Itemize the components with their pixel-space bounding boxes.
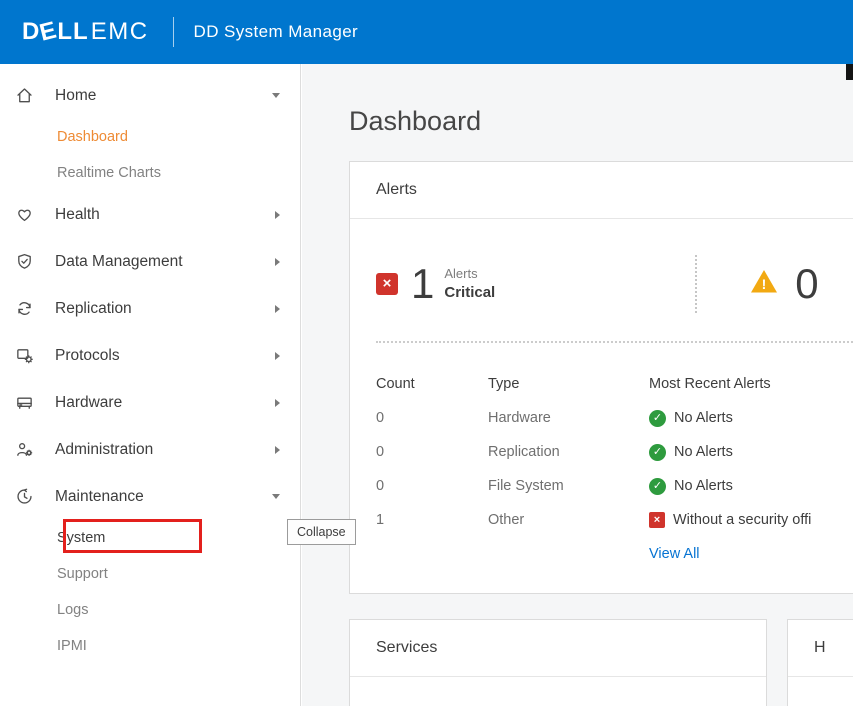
- summary-table-separator: [376, 341, 853, 343]
- sidebar-item-label: Hardware: [55, 394, 122, 412]
- table-cell-status: ✓ No Alerts: [649, 469, 853, 503]
- table-cell-status: ✓ No Alerts: [649, 401, 853, 435]
- alerts-card-title: Alerts: [350, 162, 853, 219]
- card-bottom-padding: [350, 571, 853, 593]
- sidebar-item-data-management[interactable]: Data Management: [0, 238, 300, 285]
- sidebar-item-support[interactable]: Support: [0, 556, 300, 592]
- table-cell-count: 1: [376, 503, 488, 537]
- heart-icon: [15, 205, 34, 224]
- status-message: No Alerts: [674, 444, 733, 460]
- table-cell-type: Other: [488, 503, 649, 537]
- sidebar-item-system[interactable]: System: [0, 520, 300, 556]
- partial-card-title: H: [788, 620, 853, 677]
- warning-count: 0: [795, 263, 818, 305]
- sidebar-item-label: Protocols: [55, 347, 120, 365]
- vertical-scrollbar[interactable]: [846, 64, 853, 80]
- chevron-right-icon: [275, 399, 280, 407]
- chevron-down-icon: [272, 93, 280, 98]
- home-icon: [15, 86, 34, 105]
- svg-text:!: !: [762, 276, 767, 292]
- table-cell-type: File System: [488, 469, 649, 503]
- alerts-card: Alerts × 1 Alerts Critical ! 0 Count Typ…: [349, 161, 853, 594]
- sidebar-item-realtime-charts[interactable]: Realtime Charts: [0, 155, 300, 191]
- sidebar-item-label: Maintenance: [55, 488, 144, 506]
- critical-labels: Alerts Critical: [444, 266, 495, 302]
- sidebar-item-label: Health: [55, 206, 100, 224]
- sidebar-nav: Home Dashboard Realtime Charts Health Da…: [0, 64, 301, 706]
- sidebar-item-dashboard[interactable]: Dashboard: [0, 119, 300, 155]
- view-all-link[interactable]: View All: [649, 537, 853, 571]
- app-title: DD System Manager: [194, 22, 359, 42]
- critical-alert-icon: ×: [649, 512, 665, 528]
- chevron-right-icon: [275, 352, 280, 360]
- ok-check-icon: ✓: [649, 410, 666, 427]
- shield-icon: [15, 252, 34, 271]
- critical-label-bottom: Critical: [444, 283, 495, 303]
- partial-right-card: H: [787, 619, 853, 706]
- collapse-tooltip: Collapse: [287, 519, 356, 545]
- top-bar: DELLEMC DD System Manager: [0, 0, 853, 64]
- alerts-summary: × 1 Alerts Critical ! 0: [350, 219, 853, 337]
- admin-gear-icon: [15, 440, 34, 459]
- table-cell-status: ✓ No Alerts: [649, 435, 853, 469]
- page-title: Dashboard: [349, 106, 853, 137]
- dell-emc-logo: DELLEMC: [22, 18, 149, 46]
- summary-divider: [695, 255, 697, 313]
- table-cell-status: × Without a security offi: [649, 503, 853, 537]
- table-header-type: Type: [488, 367, 649, 401]
- chevron-right-icon: [275, 446, 280, 454]
- table-cell-count: 0: [376, 435, 488, 469]
- table-header-recent: Most Recent Alerts: [649, 367, 853, 401]
- sidebar-item-label: Administration: [55, 441, 153, 459]
- sidebar-item-ipmi[interactable]: IPMI: [0, 628, 300, 664]
- chevron-right-icon: [275, 305, 280, 313]
- logo-emc: EMC: [91, 18, 149, 46]
- critical-alert-icon: ×: [376, 273, 398, 295]
- sidebar-item-replication[interactable]: Replication: [0, 285, 300, 332]
- warning-triangle-icon: !: [749, 268, 779, 300]
- table-cell-count: 0: [376, 469, 488, 503]
- chevron-right-icon: [275, 211, 280, 219]
- sidebar-item-label: Replication: [55, 300, 132, 318]
- status-message: Without a security offi: [673, 512, 811, 528]
- status-message: No Alerts: [674, 410, 733, 426]
- history-clock-icon: [15, 487, 34, 506]
- sidebar-item-administration[interactable]: Administration: [0, 426, 300, 473]
- spacer-cell: [488, 537, 649, 571]
- lower-cards-row: Services H: [349, 619, 853, 706]
- ok-check-icon: ✓: [649, 444, 666, 461]
- alerts-table: Count Type Most Recent Alerts 0 Hardware…: [376, 367, 853, 571]
- critical-label-top: Alerts: [444, 266, 495, 283]
- sidebar-item-maintenance[interactable]: Maintenance: [0, 473, 300, 520]
- chevron-right-icon: [275, 258, 280, 266]
- sidebar-item-health[interactable]: Health: [0, 191, 300, 238]
- sidebar-item-home[interactable]: Home: [0, 72, 300, 119]
- sidebar-item-hardware[interactable]: Hardware: [0, 379, 300, 426]
- hardware-icon: [15, 393, 34, 412]
- sidebar-item-label: Home: [55, 87, 96, 105]
- main-content: Dashboard Alerts × 1 Alerts Critical ! 0…: [302, 64, 853, 706]
- spacer-cell: [376, 537, 488, 571]
- table-header-count: Count: [376, 367, 488, 401]
- topbar-divider: [173, 17, 174, 47]
- services-card-title: Services: [350, 620, 766, 677]
- table-cell-type: Replication: [488, 435, 649, 469]
- sidebar-item-protocols[interactable]: Protocols: [0, 332, 300, 379]
- protocols-icon: [15, 346, 34, 365]
- logo-letters-ll: LL: [57, 18, 88, 46]
- critical-count: 1: [411, 263, 434, 305]
- table-cell-count: 0: [376, 401, 488, 435]
- status-message: No Alerts: [674, 478, 733, 494]
- sidebar-item-label: Data Management: [55, 253, 183, 271]
- services-card: Services: [349, 619, 767, 706]
- ok-check-icon: ✓: [649, 478, 666, 495]
- table-cell-type: Hardware: [488, 401, 649, 435]
- sidebar-item-logs[interactable]: Logs: [0, 592, 300, 628]
- sync-icon: [15, 299, 34, 318]
- chevron-down-icon: [272, 494, 280, 499]
